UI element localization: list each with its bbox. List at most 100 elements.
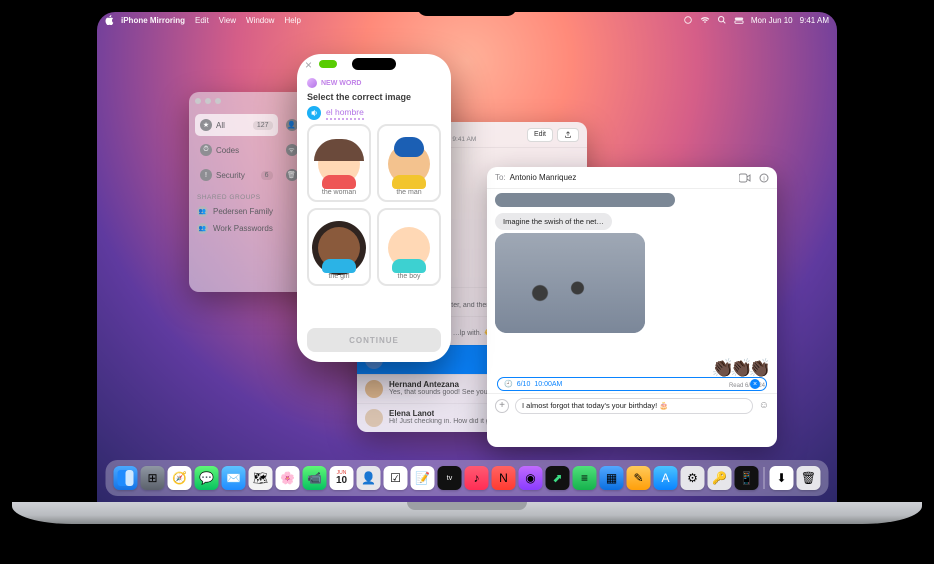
new-word-tag: NEW WORD <box>297 78 451 88</box>
menu-edit[interactable]: Edit <box>195 16 209 25</box>
dock-app-finder[interactable] <box>114 466 138 490</box>
answer-grid: the woman the man the girl the boy <box>297 124 451 286</box>
message-input[interactable]: I almost forgot that today's your birthd… <box>515 398 753 414</box>
close-icon[interactable]: × <box>305 60 315 70</box>
info-icon[interactable]: i <box>759 173 769 183</box>
target-word: el hombre <box>326 107 364 120</box>
dock-app-keynote[interactable]: ▦ <box>600 466 624 490</box>
continue-button[interactable]: CONTINUE <box>307 328 441 352</box>
sparkle-icon <box>307 78 317 88</box>
clock-icon: ⏱ <box>200 144 212 156</box>
spotlight-icon[interactable] <box>717 15 727 25</box>
edit-button[interactable]: Edit <box>527 128 553 142</box>
avatar-girl <box>318 227 360 269</box>
outgoing-claps: 👏🏿👏🏿👏🏿 <box>712 358 767 379</box>
dock-trash[interactable]: 🗑 <box>797 466 821 490</box>
passwords-category-all[interactable]: ★ All 127 <box>195 114 278 136</box>
scheduled-send-pill[interactable]: 🕘 6/10 10:00AM × <box>497 377 767 391</box>
dock-app-contacts[interactable]: 👤 <box>357 466 381 490</box>
dock-downloads[interactable]: ⬇︎ <box>770 466 794 490</box>
dock-app-music[interactable]: ♪ <box>465 466 489 490</box>
zoom-light[interactable] <box>215 98 221 104</box>
share-button[interactable] <box>557 128 579 142</box>
cancel-schedule-icon[interactable]: × <box>750 379 760 389</box>
dock-app-calendar[interactable]: JUN10 <box>330 466 354 490</box>
dock-app-settings[interactable]: ⚙︎ <box>681 466 705 490</box>
passwords-category-codes[interactable]: ⏱ Codes <box>195 139 278 161</box>
conversation-body: Imagine the swish of the net… 👏🏿👏🏿👏🏿 Rea… <box>487 189 777 417</box>
incoming-bubble: Imagine the swish of the net… <box>495 213 612 230</box>
dock-app-stocks[interactable]: ⬈ <box>546 466 570 490</box>
messages-conversation-window: To: Antonio Manriquez i Imagine the swis… <box>487 167 777 447</box>
menu-view[interactable]: View <box>219 16 236 25</box>
dock-app-pages[interactable]: ✎ <box>627 466 651 490</box>
dock-app-appstore[interactable]: A <box>654 466 678 490</box>
emoji-picker-icon[interactable]: ☺ <box>759 400 769 411</box>
wifi-icon[interactable] <box>700 15 710 25</box>
answer-card-girl[interactable]: the girl <box>307 208 371 286</box>
iphone-mirroring-window: × NEW WORD Select the correct image el h… <box>297 54 451 362</box>
dock-app-news[interactable]: N <box>492 466 516 490</box>
message-input-text: I almost forgot that today's your birthd… <box>522 401 669 410</box>
answer-card-woman[interactable]: the woman <box>307 124 371 202</box>
menu-help[interactable]: Help <box>284 16 300 25</box>
group-name: Pedersen Family <box>213 207 273 216</box>
avatar-boy <box>388 227 430 269</box>
passwords-category-security[interactable]: ! Security 6 <box>195 164 278 186</box>
menubar-app-name[interactable]: iPhone Mirroring <box>121 16 185 25</box>
minimize-light[interactable] <box>205 98 211 104</box>
attach-button[interactable]: + <box>495 399 509 413</box>
basketball-image[interactable] <box>495 233 645 333</box>
dock-app-podcasts[interactable]: ◉ <box>519 466 543 490</box>
prompt-text: Select the correct image <box>297 88 451 104</box>
card-label: the man <box>396 189 421 196</box>
dock-app-facetime[interactable]: 📹 <box>303 466 327 490</box>
dock-app-maps[interactable]: 🗺 <box>249 466 273 490</box>
bubble-text: Imagine the swish of the net… <box>503 217 604 226</box>
screen-bezel: iPhone Mirroring Edit View Window Help M… <box>87 2 847 502</box>
recipient-name: Antonio Manriquez <box>510 173 577 182</box>
image-strip <box>495 193 675 207</box>
menu-window[interactable]: Window <box>246 16 274 25</box>
dock-app-notes[interactable]: 📝 <box>411 466 435 490</box>
apple-menu-icon[interactable] <box>105 15 115 25</box>
desktop: iPhone Mirroring Edit View Window Help M… <box>97 12 837 502</box>
pw-label: Security <box>216 171 245 180</box>
conversation-header: To: Antonio Manriquez i <box>487 167 777 189</box>
dock-app-passwords[interactable]: 🔑 <box>708 466 732 490</box>
calendar-icon: 🕘 <box>504 380 513 388</box>
speaker-icon[interactable] <box>307 106 321 120</box>
control-center-icon[interactable] <box>734 15 744 25</box>
to-label: To: <box>495 173 506 182</box>
wifi-icon: ᯤ <box>286 144 298 156</box>
dock-app-numbers[interactable]: ≡ <box>573 466 597 490</box>
airdrop-icon[interactable] <box>683 15 693 25</box>
shield-icon: ! <box>200 169 212 181</box>
close-light[interactable] <box>195 98 201 104</box>
dock-app-photos[interactable]: 🌸 <box>276 466 300 490</box>
dock-app-messages[interactable]: 💬 <box>195 466 219 490</box>
sched-time: 10:00AM <box>534 381 562 388</box>
dock-app-launchpad[interactable]: ⊞ <box>141 466 165 490</box>
traffic-lights[interactable] <box>195 98 221 104</box>
star-icon: ★ <box>200 119 212 131</box>
answer-card-boy[interactable]: the boy <box>377 208 441 286</box>
answer-card-man[interactable]: the man <box>377 124 441 202</box>
dock-app-reminders[interactable]: ☑︎ <box>384 466 408 490</box>
dock-app-tv[interactable]: tv <box>438 466 462 490</box>
dock-app-iphone-mirroring[interactable]: 📱 <box>735 466 759 490</box>
menubar-time[interactable]: 9:41 AM <box>800 16 829 25</box>
group-name: Work Passwords <box>213 224 273 233</box>
conv-name: Elena Lanot <box>389 409 434 418</box>
card-label: the boy <box>398 273 421 280</box>
avatar <box>365 380 383 398</box>
audio-word[interactable]: el hombre <box>307 106 364 120</box>
facetime-video-icon[interactable] <box>739 173 751 183</box>
dock-app-safari[interactable]: 🧭 <box>168 466 192 490</box>
dynamic-island <box>352 58 396 70</box>
dock-app-mail[interactable]: ✉️ <box>222 466 246 490</box>
sched-date: 6/10 <box>517 381 531 388</box>
card-label: the girl <box>328 273 349 280</box>
menubar-date[interactable]: Mon Jun 10 <box>751 16 793 25</box>
menubar: iPhone Mirroring Edit View Window Help M… <box>97 12 837 28</box>
